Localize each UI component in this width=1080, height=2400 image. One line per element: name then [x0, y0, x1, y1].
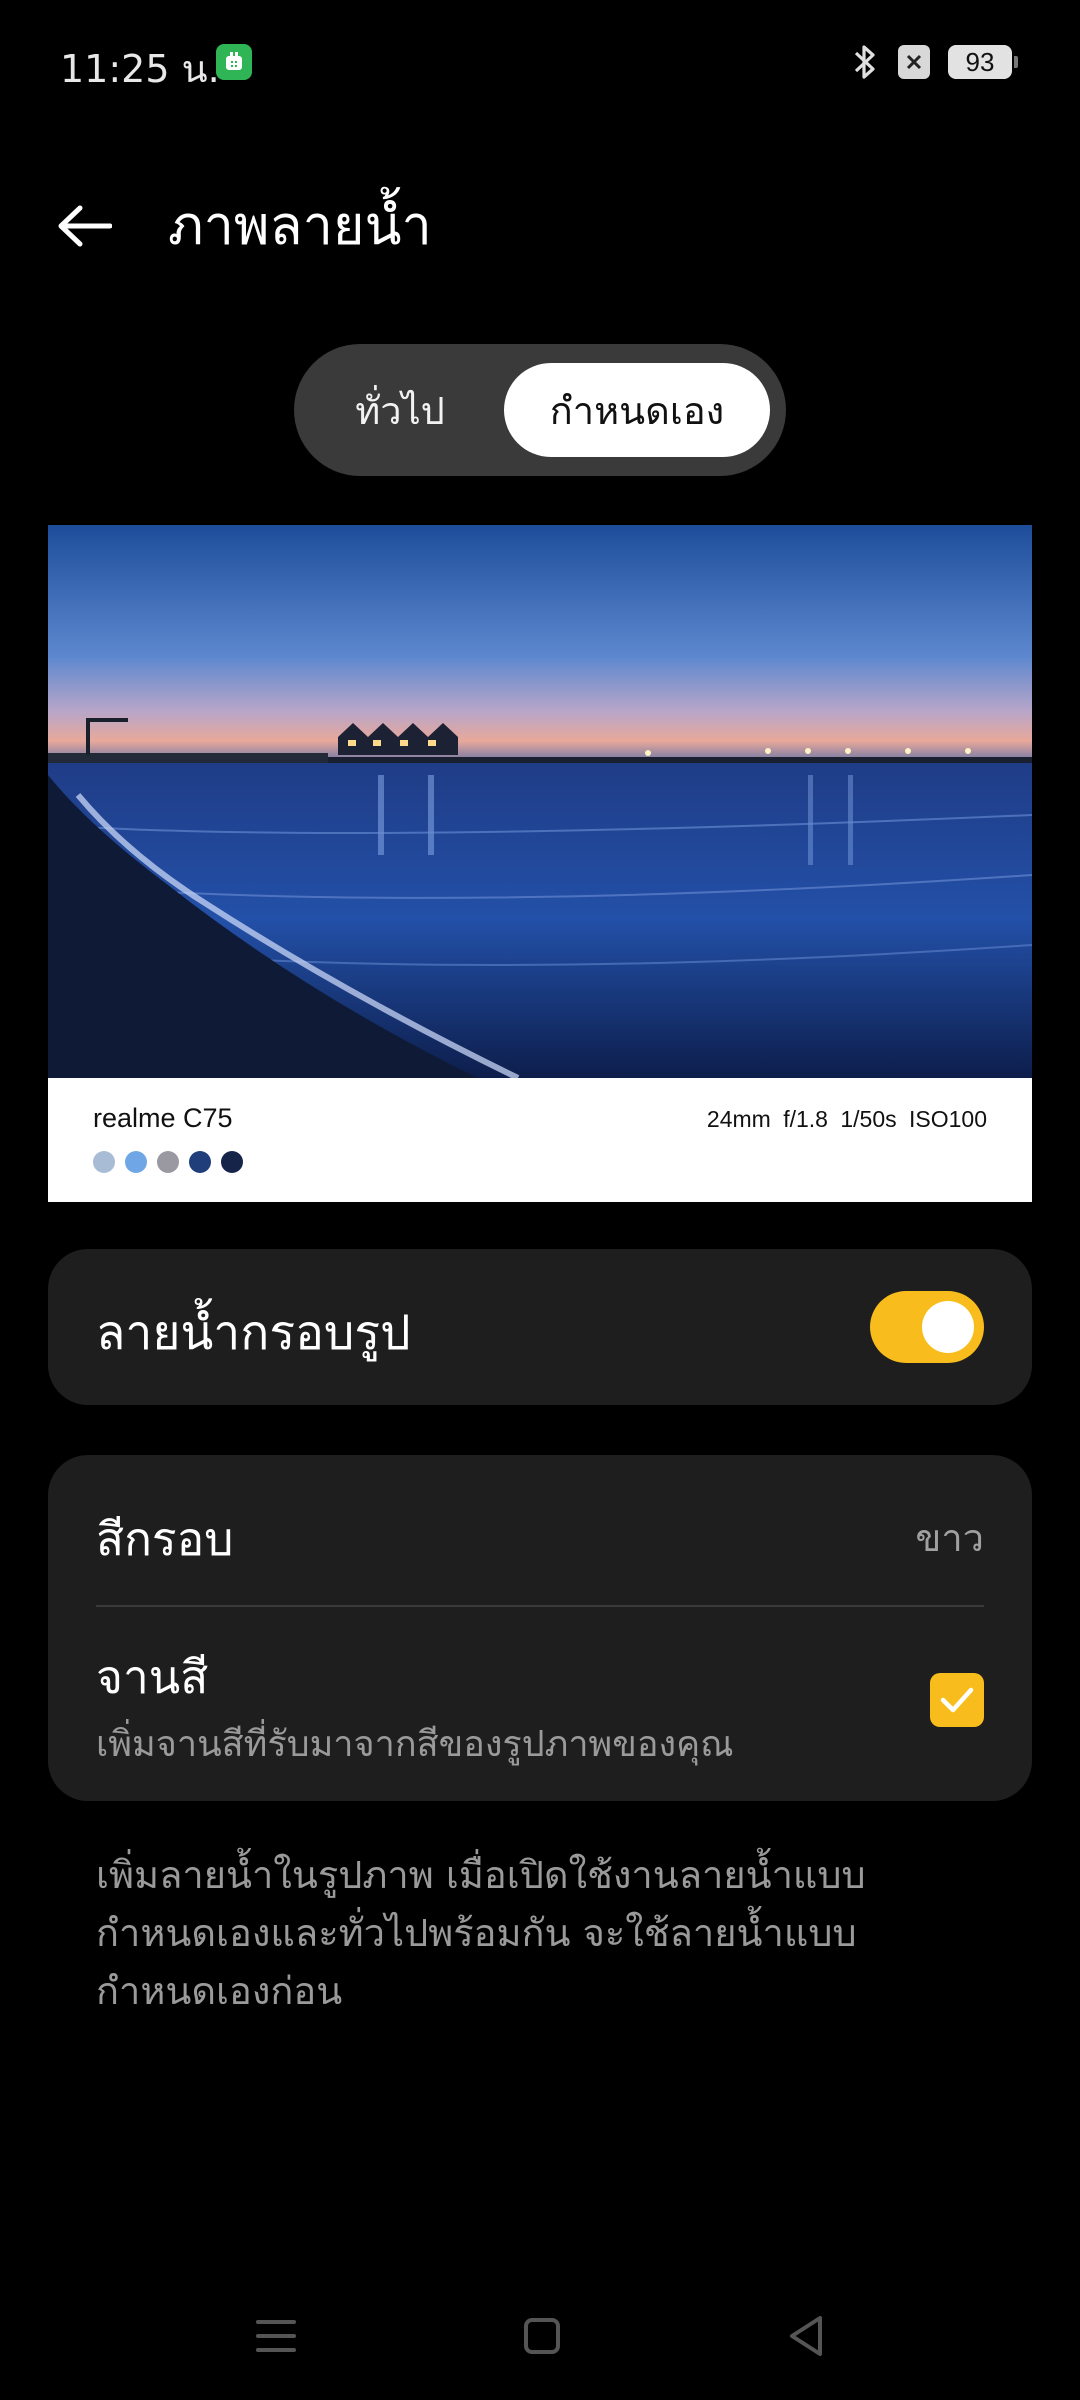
page-title: ภาพลายน้ำ: [168, 194, 432, 257]
options-card: สีกรอบ ขาว จานสี เพิ่มจานสีที่รับมาจากสี…: [48, 1455, 1032, 1801]
back-arrow-icon: [58, 205, 112, 247]
palette-description: เพิ่มจานสีที่รับมาจากสีของรูปภาพของคุณ: [96, 1724, 734, 1765]
nav-menu-button[interactable]: [240, 2300, 312, 2372]
bluetooth-icon: [854, 45, 875, 79]
home-icon: [524, 2318, 560, 2354]
frame-watermark-switch[interactable]: [870, 1291, 984, 1363]
watermark-type-segmented: ทั่วไป กำหนดเอง: [294, 344, 786, 476]
frame-color-label: สีกรอบ: [96, 1512, 234, 1566]
app-notification-icon: [216, 44, 252, 80]
palette-row[interactable]: จานสี เพิ่มจานสีที่รับมาจากสีของรูปภาพขอ…: [96, 1607, 984, 1801]
palette-checkbox[interactable]: [930, 1673, 984, 1727]
palette-dot: [157, 1151, 179, 1173]
frame-watermark-label: ลายน้ำกรอบรูป: [96, 1305, 411, 1361]
watermark-preview: realme C75 24mm f/1.8 1/50s ISO100: [48, 525, 1032, 1202]
navigation-bar: [0, 2270, 1080, 2400]
menu-icon: [256, 2320, 296, 2352]
palette-dot: [221, 1151, 243, 1173]
frame-watermark-card[interactable]: ลายน้ำกรอบรูป: [48, 1249, 1032, 1405]
back-button[interactable]: [48, 190, 120, 262]
nav-back-button[interactable]: [770, 2300, 842, 2372]
tab-custom[interactable]: กำหนดเอง: [504, 363, 770, 457]
battery-icon: 93: [948, 45, 1018, 79]
status-time: 11:25 น.: [60, 47, 220, 91]
footnote: เพิ่มลายน้ำในรูปภาพ เมื่อเปิดใช้งานลายน้…: [96, 1853, 866, 2013]
no-signal-icon: [898, 45, 930, 79]
nav-home-button[interactable]: [506, 2300, 578, 2372]
switch-knob: [922, 1301, 974, 1353]
palette-dot: [189, 1151, 211, 1173]
frame-bottom: realme C75 24mm f/1.8 1/50s ISO100: [48, 1078, 1032, 1202]
exif-info: 24mm f/1.8 1/50s ISO100: [706, 1106, 987, 1132]
palette-dot: [93, 1151, 115, 1173]
tab-general[interactable]: ทั่วไป: [310, 363, 490, 457]
preview-photo: [48, 525, 1032, 1078]
palette-dots: [93, 1151, 243, 1173]
frame-color-value: ขาว: [915, 1516, 984, 1560]
frame-color-row[interactable]: สีกรอบ ขาว: [96, 1455, 984, 1605]
back-triangle-icon: [790, 2316, 822, 2356]
palette-label: จานสี: [96, 1650, 209, 1704]
palette-dot: [125, 1151, 147, 1173]
status-bar: 11:25 น. 93: [0, 0, 1080, 128]
check-icon: [940, 1687, 974, 1713]
device-name: realme C75: [93, 1103, 233, 1133]
header: ภาพลายน้ำ: [0, 170, 1080, 280]
